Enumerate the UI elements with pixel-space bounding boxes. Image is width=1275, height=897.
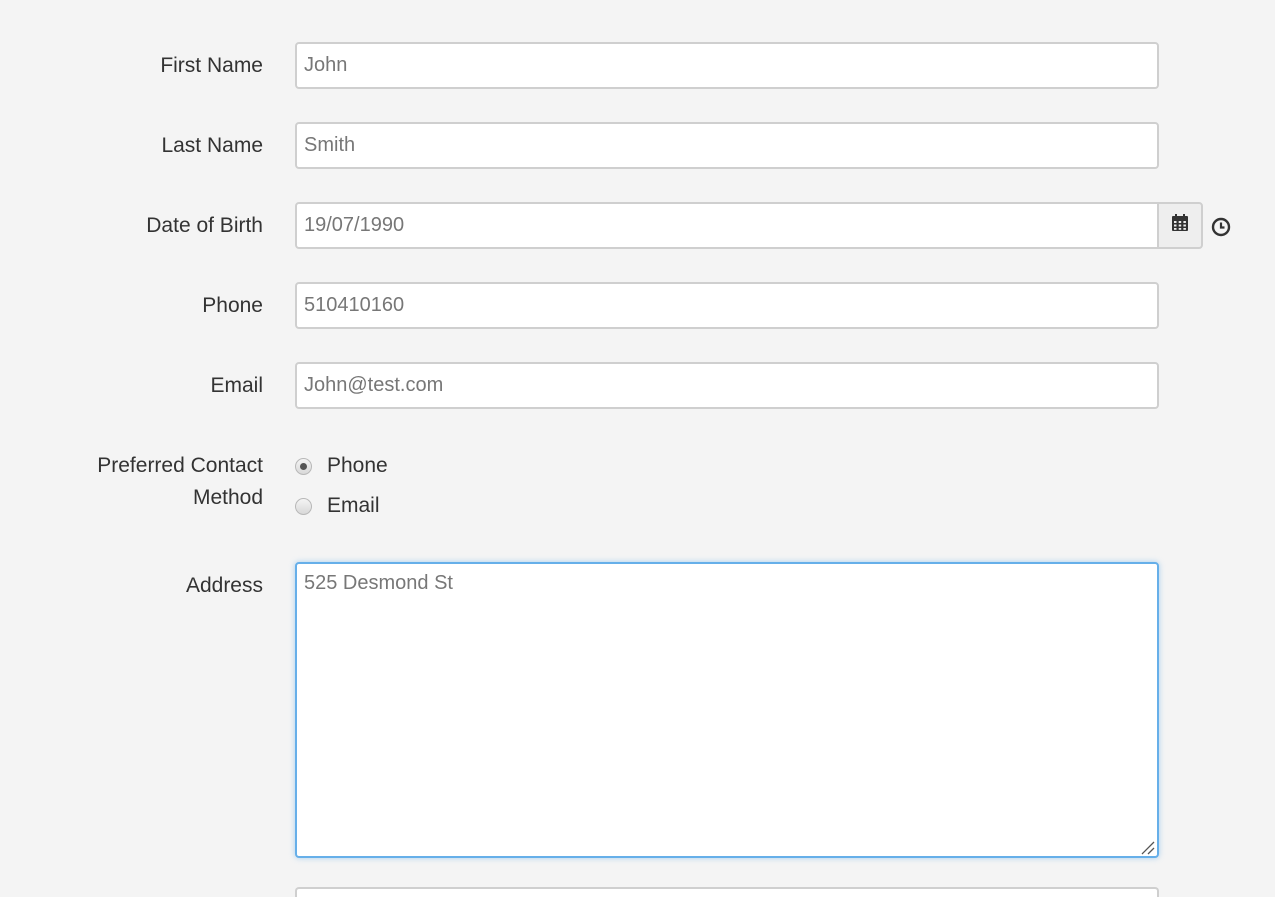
calendar-button[interactable] [1158, 202, 1203, 249]
contact-option-email[interactable]: Email [295, 491, 380, 521]
contact-method-label-line2: Method [192, 486, 263, 509]
phone-radio-label[interactable]: Phone [327, 454, 388, 478]
resize-handle[interactable] [1139, 839, 1155, 855]
email-radio[interactable] [295, 497, 312, 515]
email-label: Email [210, 374, 263, 397]
address-field[interactable]: 525 Desmond St [295, 562, 1159, 858]
last-name-label: Last Name [161, 134, 263, 157]
first-name-label: First Name [160, 54, 263, 77]
clock-icon[interactable] [1210, 216, 1232, 238]
email-radio-label[interactable]: Email [327, 494, 380, 518]
last-name-field[interactable] [295, 122, 1159, 169]
contact-method-label-line1: Preferred Contact [97, 454, 263, 477]
calendar-icon [1171, 214, 1189, 237]
contact-option-phone[interactable]: Phone [295, 451, 388, 481]
phone-radio[interactable] [295, 457, 312, 475]
email-field[interactable] [295, 362, 1159, 409]
phone-label: Phone [202, 294, 263, 317]
address-label: Address [185, 574, 263, 597]
first-name-field[interactable] [295, 42, 1159, 89]
dob-field[interactable] [295, 202, 1159, 249]
phone-field[interactable] [295, 282, 1159, 329]
next-field[interactable] [295, 887, 1159, 897]
dob-label: Date of Birth [146, 214, 263, 237]
